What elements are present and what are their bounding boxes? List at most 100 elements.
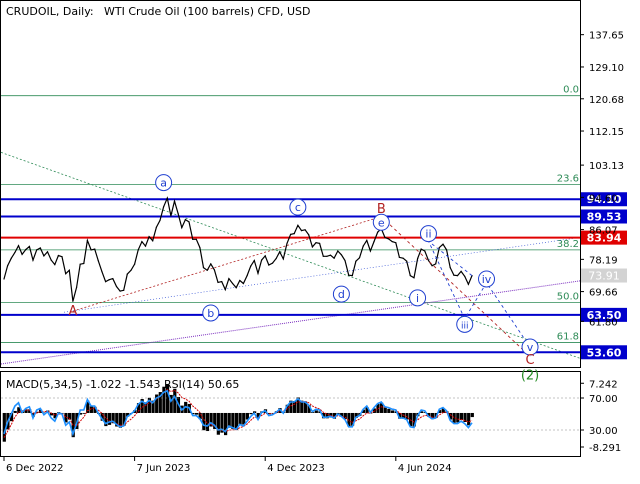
price-point	[188, 221, 190, 223]
y-tick-label: 86.07	[589, 226, 618, 237]
price-point	[427, 259, 430, 262]
macd-bar	[456, 412, 460, 423]
macd-bar	[238, 412, 242, 425]
price-point	[159, 219, 161, 221]
price-point	[337, 250, 339, 252]
macd-bar	[13, 410, 17, 413]
macd-bar	[194, 412, 199, 415]
price-point	[36, 249, 38, 251]
price-point	[21, 253, 23, 255]
price-point	[115, 285, 118, 288]
price-point	[253, 259, 255, 262]
price-point	[286, 242, 288, 244]
price-point	[184, 219, 186, 221]
price-point	[173, 200, 176, 202]
price-point	[460, 270, 462, 272]
price-point	[264, 255, 266, 257]
price-point	[14, 251, 16, 254]
price-point	[199, 247, 201, 249]
price-point	[232, 282, 234, 285]
price-point	[246, 275, 248, 277]
wave-label: d	[338, 288, 345, 301]
chart-title: CRUDOIL, Daily:	[6, 5, 94, 18]
price-point	[449, 267, 451, 269]
price-point	[108, 279, 110, 281]
price-point	[456, 275, 459, 277]
price-point	[453, 274, 455, 276]
price-point	[112, 278, 114, 280]
chart-svg: 0.023.638.250.061.894.1089.5383.9463.505…	[0, 0, 627, 474]
price-point	[97, 260, 99, 262]
price-point	[32, 259, 34, 261]
price-point	[366, 239, 368, 241]
wave-label: i	[416, 292, 419, 305]
ind-y-tick-label: 70.00	[589, 394, 618, 405]
price-point	[257, 272, 259, 274]
y-tick-label: 120.68	[589, 95, 624, 106]
price-point	[344, 259, 346, 262]
macd-bar	[249, 412, 253, 415]
price-point	[315, 242, 317, 244]
price-point	[402, 257, 404, 259]
price-point	[239, 279, 241, 282]
macd-bar	[390, 410, 395, 413]
macd-bar	[216, 412, 220, 435]
price-point	[271, 262, 274, 264]
price-point	[417, 258, 419, 260]
wave-label: ii	[425, 228, 431, 241]
price-point	[39, 247, 41, 249]
price-point	[195, 238, 197, 240]
price-point	[221, 281, 223, 283]
macd-bar	[242, 412, 246, 425]
price-point	[319, 242, 321, 244]
fib-level-label: 50.0	[557, 291, 579, 302]
y-tick-label: 137.65	[589, 31, 624, 42]
macd-bar	[314, 410, 318, 413]
price-point	[25, 248, 27, 251]
price-point	[326, 255, 328, 257]
wave-label: A	[68, 304, 77, 319]
price-point	[438, 247, 440, 249]
main-pane-frame	[0, 0, 581, 368]
price-point	[17, 245, 20, 247]
price-point	[50, 259, 52, 261]
price-point	[373, 241, 375, 243]
price-point	[123, 289, 125, 291]
price-point	[435, 263, 437, 265]
fib-level-label: 23.6	[557, 173, 579, 184]
x-tick-label: 4 Dec 2023	[267, 463, 325, 474]
wave-label: iv	[482, 273, 492, 286]
price-point	[72, 300, 74, 302]
wave-label: (2)	[521, 368, 539, 383]
price-point	[409, 275, 411, 277]
price-point	[442, 243, 444, 245]
price-point	[192, 238, 194, 240]
price-point	[224, 289, 226, 291]
price-point	[217, 281, 219, 283]
price-point	[119, 290, 121, 292]
y-tick-label: 129.10	[589, 63, 624, 74]
price-point	[464, 275, 466, 277]
x-tick-label: 7 Jun 2023	[137, 463, 191, 474]
price-point	[7, 265, 9, 267]
price-point	[28, 245, 30, 248]
macd-bar	[470, 412, 474, 418]
price-point	[282, 258, 284, 260]
ind-y-tick-label: -8.291	[589, 443, 621, 454]
macd-bar	[383, 407, 387, 413]
y-tick-label: 61.80	[589, 317, 618, 328]
price-level-label: 53.60	[587, 346, 622, 359]
macd-bar	[467, 412, 471, 426]
price-point	[398, 256, 400, 258]
price-point	[134, 263, 136, 265]
y-tick-label: 103.13	[589, 161, 624, 172]
price-point	[431, 265, 433, 267]
price-point	[210, 263, 212, 265]
price-point	[57, 254, 60, 257]
price-point	[268, 264, 270, 266]
price-point	[155, 226, 157, 228]
price-point	[202, 267, 205, 269]
chart-subtitle: WTI Crude Oil (100 barrels) CFD, USD	[104, 5, 310, 18]
price-point	[141, 241, 143, 243]
price-point	[228, 278, 230, 280]
